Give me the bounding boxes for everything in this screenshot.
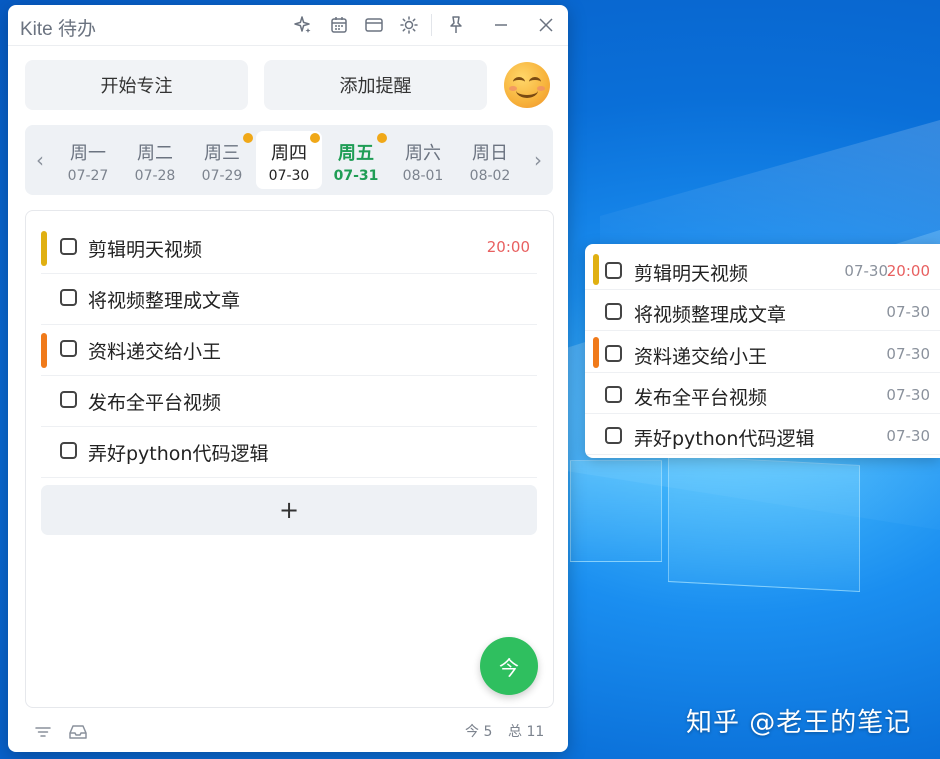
app-title: Kite 待办 [20, 19, 97, 40]
calendar-icon[interactable] [328, 14, 350, 36]
task-checkbox[interactable] [60, 442, 77, 459]
desktop-window-logo-pane [570, 460, 662, 562]
widget-task-row[interactable]: 将视频整理成文章 07-30 [585, 289, 940, 332]
desktop-task-widget: 剪辑明天视频 07-30 20:00 将视频整理成文章 07-30 资料递交给小王 07-3… [585, 244, 940, 458]
desktop-window-logo-pane [668, 454, 860, 593]
day-name: 周一 [70, 143, 106, 164]
widget-task-row[interactable]: 发布全平台视频 07-30 [585, 372, 940, 414]
day-name: 周四 [271, 143, 307, 164]
next-week-chevron-right-icon[interactable]: › [528, 147, 548, 173]
watermark: 知乎 @老王的笔记 [686, 708, 912, 738]
total-count: 总 11 [508, 724, 545, 740]
task-text: 弄好python代码逻辑 [88, 443, 269, 465]
inbox-icon[interactable] [67, 721, 89, 743]
add-task-button[interactable]: + [41, 485, 537, 535]
task-checkbox[interactable] [60, 340, 77, 357]
task-checkbox[interactable] [605, 427, 622, 445]
task-text: 弄好python代码逻辑 [634, 428, 815, 451]
kite-todo-window: Kite 待办 开始专注 添加提醒 ‹ 周一 07-27 周二 07-28 周三… [8, 5, 568, 752]
task-row[interactable]: 发布全平台视频 [41, 376, 537, 427]
day-tab[interactable]: 周四 07-30 [256, 131, 322, 189]
task-row[interactable]: 资料递交给小王 [41, 325, 537, 376]
task-date: 07-30 [886, 303, 930, 322]
day-tab[interactable]: 周三 07-29 [189, 131, 255, 189]
start-focus-button[interactable]: 开始专注 [25, 60, 248, 110]
task-date: 07-30 [886, 385, 930, 404]
task-text: 剪辑明天视频 [634, 263, 749, 285]
pin-icon[interactable] [445, 14, 467, 36]
filter-icon[interactable] [32, 721, 54, 743]
task-row[interactable]: 剪辑明天视频 20:00 [41, 223, 537, 274]
day-date: 07-31 [333, 168, 379, 184]
task-row[interactable]: 弄好python代码逻辑 [41, 427, 537, 478]
avatar-mouth [516, 83, 538, 98]
day-date: 07-30 [268, 168, 310, 184]
day-tab[interactable]: 周日 08-02 [457, 131, 523, 189]
task-row[interactable]: 将视频整理成文章 [41, 274, 537, 325]
day-date: 07-28 [134, 168, 176, 184]
titlebar-divider [431, 14, 432, 36]
window-icon[interactable] [363, 14, 385, 36]
task-date: 07-30 [886, 344, 930, 363]
has-tasks-dot [377, 133, 387, 143]
day-name: 周五 [338, 143, 374, 164]
minimize-icon[interactable] [490, 14, 512, 36]
priority-marker [593, 254, 599, 285]
task-checkbox[interactable] [60, 289, 77, 306]
task-checkbox[interactable] [60, 238, 77, 255]
sparkle-icon[interactable] [292, 14, 314, 36]
task-checkbox[interactable] [605, 303, 622, 321]
week-selector: ‹ 周一 07-27 周二 07-28 周三 07-29 周四 07-30 周五 07-31 周六 0… [25, 125, 553, 195]
avatar-cheek [537, 86, 545, 91]
theme-sun-icon[interactable] [398, 14, 420, 36]
priority-marker [41, 231, 47, 266]
widget-task-row[interactable]: 弄好python代码逻辑 07-30 [585, 413, 940, 456]
prev-week-chevron-left-icon[interactable]: ‹ [30, 147, 50, 173]
day-date: 08-01 [402, 168, 444, 184]
widget-task-row[interactable]: 资料递交给小王 07-30 [585, 331, 940, 373]
task-text: 将视频整理成文章 [634, 304, 787, 327]
task-date: 07-30 [886, 427, 930, 446]
day-name: 周日 [472, 143, 508, 164]
day-date: 08-02 [469, 168, 511, 184]
has-tasks-dot [310, 133, 320, 143]
day-date: 07-27 [67, 168, 109, 184]
has-tasks-dot [243, 133, 253, 143]
task-text: 资料递交给小王 [88, 341, 222, 363]
task-checkbox[interactable] [605, 385, 622, 403]
widget-task-row[interactable]: 剪辑明天视频 07-30 20:00 [585, 248, 940, 290]
task-checkbox[interactable] [605, 262, 622, 279]
task-time: 20:00 [886, 262, 930, 280]
smiley-avatar[interactable] [504, 62, 550, 108]
day-tab[interactable]: 周五 07-31 [323, 131, 389, 189]
day-name: 周二 [137, 143, 173, 164]
task-list: 剪辑明天视频 20:00 将视频整理成文章 资料递交给小王 发布全平台视频弄好pytho… [25, 210, 554, 708]
today-fab-button[interactable]: 今 [480, 637, 538, 695]
close-icon[interactable] [535, 14, 557, 36]
task-text: 将视频整理成文章 [88, 290, 241, 312]
task-text: 资料递交给小王 [634, 345, 768, 368]
day-name: 周三 [204, 143, 240, 164]
day-name: 周六 [405, 143, 441, 164]
task-checkbox[interactable] [60, 391, 77, 408]
priority-marker [593, 336, 599, 368]
task-text: 剪辑明天视频 [88, 239, 203, 261]
day-date: 07-29 [201, 168, 243, 184]
task-text: 发布全平台视频 [88, 392, 222, 414]
task-date: 07-30 [844, 262, 888, 280]
today-count: 今 5 [465, 724, 493, 740]
title-bar: Kite 待办 [8, 5, 568, 46]
task-time: 20:00 [486, 238, 530, 256]
priority-marker [41, 333, 47, 368]
task-checkbox[interactable] [605, 344, 622, 362]
day-tab[interactable]: 周六 08-01 [390, 131, 456, 189]
day-tab[interactable]: 周二 07-28 [122, 131, 188, 189]
day-tab[interactable]: 周一 07-27 [55, 131, 121, 189]
add-reminder-button[interactable]: 添加提醒 [264, 60, 487, 110]
task-text: 发布全平台视频 [634, 386, 768, 409]
